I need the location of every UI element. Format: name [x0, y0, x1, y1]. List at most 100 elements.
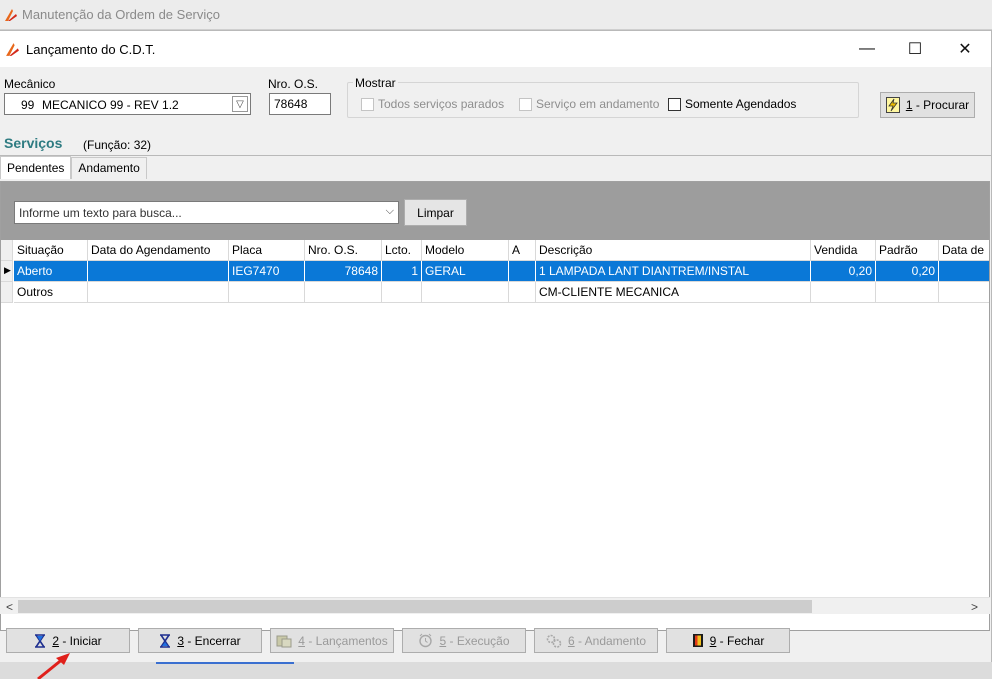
cell-lcto[interactable] [382, 282, 422, 303]
cell-vendida[interactable]: 0,20 [811, 261, 876, 282]
grid-header: Situação Data do Agendamento Placa Nro. … [1, 240, 989, 261]
search-input[interactable]: Informe um texto para busca... ⌵ [14, 201, 399, 224]
col-situacao[interactable]: Situação [14, 240, 88, 261]
checkbox-box [519, 97, 532, 111]
os-number-field[interactable]: 78648 [269, 93, 331, 115]
execucao-button[interactable]: 5 - Execução [402, 628, 526, 653]
cell-a[interactable] [509, 282, 536, 303]
encerrar-button[interactable]: 3 - Encerrar [138, 628, 262, 653]
servico-em-andamento-checkbox[interactable]: Serviço em andamento [519, 97, 659, 111]
chevron-down-icon[interactable]: ⌵ [386, 205, 394, 218]
alarm-clock-icon [419, 633, 433, 648]
mostrar-label: Mostrar [353, 76, 398, 90]
cell-data[interactable] [939, 261, 989, 282]
col-data-agendamento[interactable]: Data do Agendamento [88, 240, 229, 261]
chevron-down-icon[interactable]: ▽ [232, 96, 248, 112]
scrollbar-thumb[interactable] [18, 600, 812, 613]
cell-padrao[interactable]: 0,20 [876, 261, 939, 282]
maximize-icon: ☐ [907, 41, 923, 58]
tab-andamento[interactable]: Andamento [71, 157, 147, 179]
mecanico-label: Mecânico [4, 77, 56, 91]
launch-icon [276, 635, 292, 647]
iniciar-label: - Iniciar [59, 633, 102, 648]
col-placa[interactable]: Placa [229, 240, 305, 261]
andamento-button[interactable]: 6 - Andamento [534, 628, 658, 653]
checkbox-label: Todos serviços parados [378, 97, 505, 111]
lancamentos-key: 4 [298, 633, 305, 648]
col-padrao[interactable]: Padrão [876, 240, 939, 261]
maximize-button[interactable]: ☐ [890, 31, 940, 67]
tabs: Pendentes Andamento [0, 156, 147, 179]
fechar-button[interactable]: 9 - Fechar [666, 628, 790, 653]
table-row[interactable]: ▶ Aberto IEG7470 78648 1 GERAL 1 LAMPADA… [1, 261, 989, 282]
iniciar-button[interactable]: 2 - Iniciar [6, 628, 130, 653]
cell-placa[interactable]: IEG7470 [229, 261, 305, 282]
table-row[interactable]: Outros CM-CLIENTE MECANICA [1, 282, 989, 303]
execucao-label: - Execução [446, 633, 510, 648]
col-lcto[interactable]: Lcto. [382, 240, 422, 261]
services-panel: Informe um texto para busca... ⌵ Limpar … [0, 181, 990, 631]
minimize-button[interactable]: — [842, 31, 892, 67]
search-placeholder: Informe um texto para busca... [19, 205, 182, 220]
lightning-icon [885, 97, 900, 113]
andamento-label: - Andamento [574, 633, 647, 648]
limpar-button[interactable]: Limpar [404, 199, 467, 226]
annotation-arrow-icon [37, 653, 70, 679]
col-vendida[interactable]: Vendida [811, 240, 876, 261]
tab-pendentes[interactable]: Pendentes [0, 156, 72, 179]
col-modelo[interactable]: Modelo [422, 240, 509, 261]
todos-servicos-parados-checkbox[interactable]: Todos serviços parados [361, 97, 504, 111]
cell-data-agendamento[interactable] [88, 261, 229, 282]
cell-nro-os[interactable] [305, 282, 382, 303]
cell-a[interactable] [509, 261, 536, 282]
col-a[interactable]: A [509, 240, 536, 261]
cell-vendida[interactable] [811, 282, 876, 303]
scroll-right-icon[interactable]: > [966, 598, 983, 615]
checkbox-box [361, 97, 374, 111]
cell-data-agendamento[interactable] [88, 282, 229, 303]
section-divider [0, 155, 992, 156]
servicos-title: Serviços [4, 135, 63, 151]
cell-descricao[interactable]: 1 LAMPADA LANT DIANTREM/INSTAL [536, 261, 811, 282]
mecanico-name: MECANICO 99 - REV 1.2 [42, 98, 179, 112]
cell-situacao[interactable]: Aberto [14, 261, 88, 282]
cell-modelo[interactable]: GERAL [422, 261, 509, 282]
gears-icon [546, 634, 562, 648]
col-nro-os[interactable]: Nro. O.S. [305, 240, 382, 261]
scroll-left-icon[interactable]: < [1, 598, 18, 615]
background-tab-indicator [156, 662, 294, 664]
close-icon: ✕ [958, 41, 972, 58]
cell-descricao[interactable]: CM-CLIENTE MECANICA [536, 282, 811, 303]
checkbox-box [668, 97, 681, 111]
horizontal-scrollbar[interactable]: < > [0, 597, 990, 614]
mecanico-code: 99 [21, 98, 35, 112]
checkbox-label: Somente Agendados [685, 97, 797, 111]
somente-agendados-checkbox[interactable]: Somente Agendados [668, 97, 796, 111]
close-button[interactable]: ✕ [940, 31, 990, 67]
col-descricao[interactable]: Descrição [536, 240, 811, 261]
encerrar-key: 3 [177, 633, 184, 648]
row-header-cell [1, 240, 13, 261]
cell-data[interactable] [939, 282, 989, 303]
cell-modelo[interactable] [422, 282, 509, 303]
cell-placa[interactable] [229, 282, 305, 303]
lancamentos-button[interactable]: 4 - Lançamentos [270, 628, 394, 653]
andamento-key: 6 [567, 633, 575, 648]
procurar-button[interactable]: 1 - Procurar [880, 92, 975, 118]
exit-door-icon [692, 634, 703, 647]
row-header-cell [1, 282, 13, 303]
minimize-icon: — [859, 40, 875, 57]
cell-lcto[interactable]: 1 [382, 261, 422, 282]
mecanico-select[interactable]: 99 MECANICO 99 - REV 1.2 ▽ [4, 93, 251, 115]
col-data[interactable]: Data de [939, 240, 989, 261]
cdt-dialog: Lançamento do C.D.T. — ☐ ✕ Mecânico 99 M… [0, 30, 992, 662]
cell-nro-os[interactable]: 78648 [305, 261, 382, 282]
fechar-label: - Fechar [716, 633, 765, 648]
hourglass-icon [160, 633, 171, 648]
iniciar-key: 2 [52, 633, 59, 648]
row-pointer-icon: ▶ [1, 261, 13, 282]
cell-situacao[interactable]: Outros [14, 282, 88, 303]
dialog-titlebar[interactable]: Lançamento do C.D.T. — ☐ ✕ [0, 31, 991, 67]
encerrar-label: - Encerrar [184, 633, 241, 648]
cell-padrao[interactable] [876, 282, 939, 303]
